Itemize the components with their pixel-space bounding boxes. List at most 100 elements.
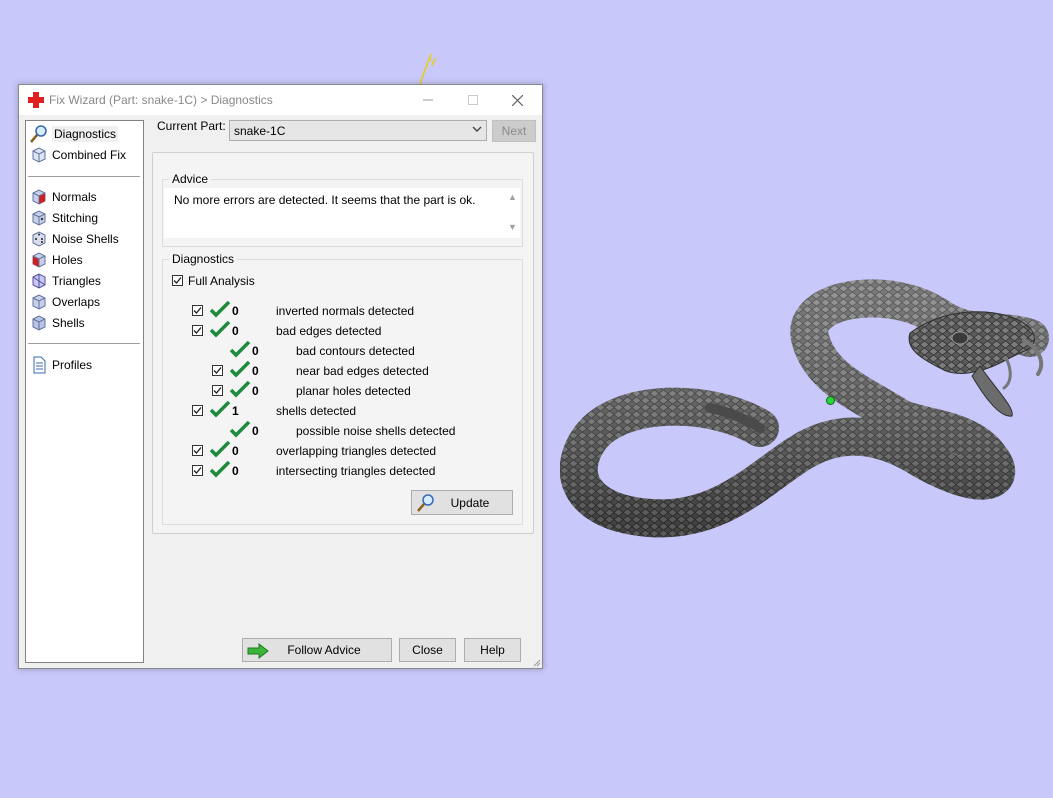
diagnostic-label: possible noise shells detected	[296, 424, 456, 438]
resize-grip-icon[interactable]	[531, 657, 541, 667]
sidebar-item-stitching[interactable]: Stitching	[30, 208, 98, 228]
close-window-button[interactable]	[495, 85, 540, 115]
cube-red-face-icon	[32, 189, 46, 205]
dice-icon	[32, 231, 46, 247]
checkmark-icon	[193, 447, 202, 454]
sidebar-item-label: Overlaps	[52, 295, 101, 309]
green-arrow-icon	[247, 643, 269, 659]
help-button-label: Help	[480, 643, 505, 657]
sidebar-item-holes[interactable]: Holes	[30, 250, 83, 270]
diagnostic-checkbox[interactable]	[192, 325, 203, 336]
advice-title: Advice	[169, 172, 212, 186]
checkmark-icon	[193, 307, 202, 314]
diagnostic-label: shells detected	[276, 404, 357, 418]
sidebar-item-label: Combined Fix	[52, 148, 127, 162]
sidebar-item-normals[interactable]: Normals	[30, 187, 97, 207]
full-analysis-checkbox[interactable]	[172, 275, 183, 286]
triangle-cube-icon	[32, 273, 46, 289]
close-icon	[512, 94, 523, 106]
update-button[interactable]: Update	[411, 490, 513, 515]
sidebar-item-noise-shells[interactable]: Noise Shells	[30, 229, 119, 249]
checkmark-icon	[213, 387, 222, 394]
scroll-up-icon: ▲	[508, 192, 517, 202]
checkmark-icon	[193, 467, 202, 474]
diagnostic-checkbox[interactable]	[192, 405, 203, 416]
document-icon	[33, 356, 46, 374]
sidebar-item-label: Normals	[52, 190, 97, 204]
minimize-icon	[422, 99, 433, 101]
update-button-label: Update	[450, 495, 490, 510]
y-axis-label: y	[430, 54, 437, 67]
close-button[interactable]: Close	[399, 638, 456, 662]
sidebar-item-overlaps[interactable]: Overlaps	[30, 292, 100, 312]
current-part-value: snake-1C	[234, 124, 286, 138]
diagnostic-count: 0	[252, 384, 259, 398]
current-part-select[interactable]: snake-1C	[229, 120, 487, 141]
sidebar: Diagnostics Combined Fix Normals Stitchi…	[25, 120, 144, 663]
follow-advice-button[interactable]: Follow Advice	[242, 638, 392, 662]
diagnostic-label: planar holes detected	[296, 384, 411, 398]
shell-cube-icon	[32, 315, 46, 331]
diagnostic-count: 0	[252, 364, 259, 378]
diagnostic-checkbox[interactable]	[192, 465, 203, 476]
diagnostic-checkbox[interactable]	[212, 385, 223, 396]
fix-wizard-window: Fix Wizard (Part: snake-1C) > Diagnostic…	[18, 84, 543, 669]
title-bar[interactable]: Fix Wizard (Part: snake-1C) > Diagnostic…	[19, 85, 542, 115]
diagnostic-label: near bad edges detected	[296, 364, 429, 378]
cube-stitch-icon	[32, 210, 46, 226]
checkmark-icon	[193, 327, 202, 334]
current-part-label: Current Part:	[157, 119, 226, 133]
checkmark-icon	[213, 367, 222, 374]
sidebar-item-label: Holes	[52, 253, 83, 267]
diagnostic-checkbox[interactable]	[192, 445, 203, 456]
green-check-icon	[210, 321, 230, 338]
advice-scrollbar[interactable]: ▲ ▼	[504, 188, 520, 238]
diagnostic-label: bad edges detected	[276, 324, 382, 338]
next-button-label: Next	[501, 124, 527, 138]
scroll-down-icon: ▼	[508, 222, 517, 232]
diagnostic-count: 1	[232, 404, 239, 418]
green-check-icon	[230, 341, 250, 358]
diagnostic-count: 0	[252, 344, 259, 358]
checkmark-icon	[173, 277, 182, 284]
minimize-button[interactable]	[405, 85, 450, 115]
sidebar-item-combined-fix[interactable]: Combined Fix	[30, 145, 126, 165]
diagnostic-count: 0	[232, 324, 239, 338]
divider	[28, 176, 140, 177]
diagnostic-count: 0	[232, 464, 239, 478]
diagnostic-label: intersecting triangles detected	[276, 464, 436, 478]
diagnostics-group: Diagnostics Full Analysis 0 inverted norm…	[162, 252, 523, 525]
sidebar-item-diagnostics[interactable]: Diagnostics	[30, 124, 119, 144]
help-button[interactable]: Help	[464, 638, 521, 662]
green-check-icon	[230, 361, 250, 378]
overlap-cube-icon	[32, 294, 46, 310]
diagnostics-title: Diagnostics	[169, 252, 238, 266]
window-title: Fix Wizard (Part: snake-1C) > Diagnostic…	[49, 93, 273, 107]
green-check-icon	[230, 381, 250, 398]
green-check-icon	[210, 441, 230, 458]
sidebar-item-profiles[interactable]: Profiles	[30, 355, 92, 375]
next-button[interactable]: Next	[492, 120, 536, 142]
sidebar-item-shells[interactable]: Shells	[30, 313, 85, 333]
full-analysis-label: Full Analysis	[188, 274, 255, 288]
sidebar-item-label: Diagnostics	[52, 126, 119, 142]
snake-model	[560, 279, 1049, 538]
cube-hole-icon	[32, 252, 46, 268]
green-check-icon	[230, 421, 250, 438]
sidebar-item-label: Triangles	[52, 274, 101, 288]
diagnostic-label: overlapping triangles detected	[276, 444, 437, 458]
green-check-icon	[210, 461, 230, 478]
diagnostic-checkbox[interactable]	[212, 365, 223, 376]
red-cross-icon	[28, 92, 44, 108]
follow-advice-label: Follow Advice	[287, 643, 361, 657]
magnifier-icon	[30, 125, 47, 143]
advice-textbox[interactable]: No more errors are detected. It seems th…	[164, 188, 520, 238]
chevron-down-icon	[472, 126, 482, 132]
diagnostic-checkbox[interactable]	[192, 305, 203, 316]
sidebar-item-label: Profiles	[52, 358, 93, 372]
checkmark-icon	[193, 407, 202, 414]
sidebar-item-triangles[interactable]: Triangles	[30, 271, 101, 291]
diagnostic-count: 0	[252, 424, 259, 438]
maximize-button[interactable]	[450, 85, 495, 115]
divider	[28, 343, 140, 344]
